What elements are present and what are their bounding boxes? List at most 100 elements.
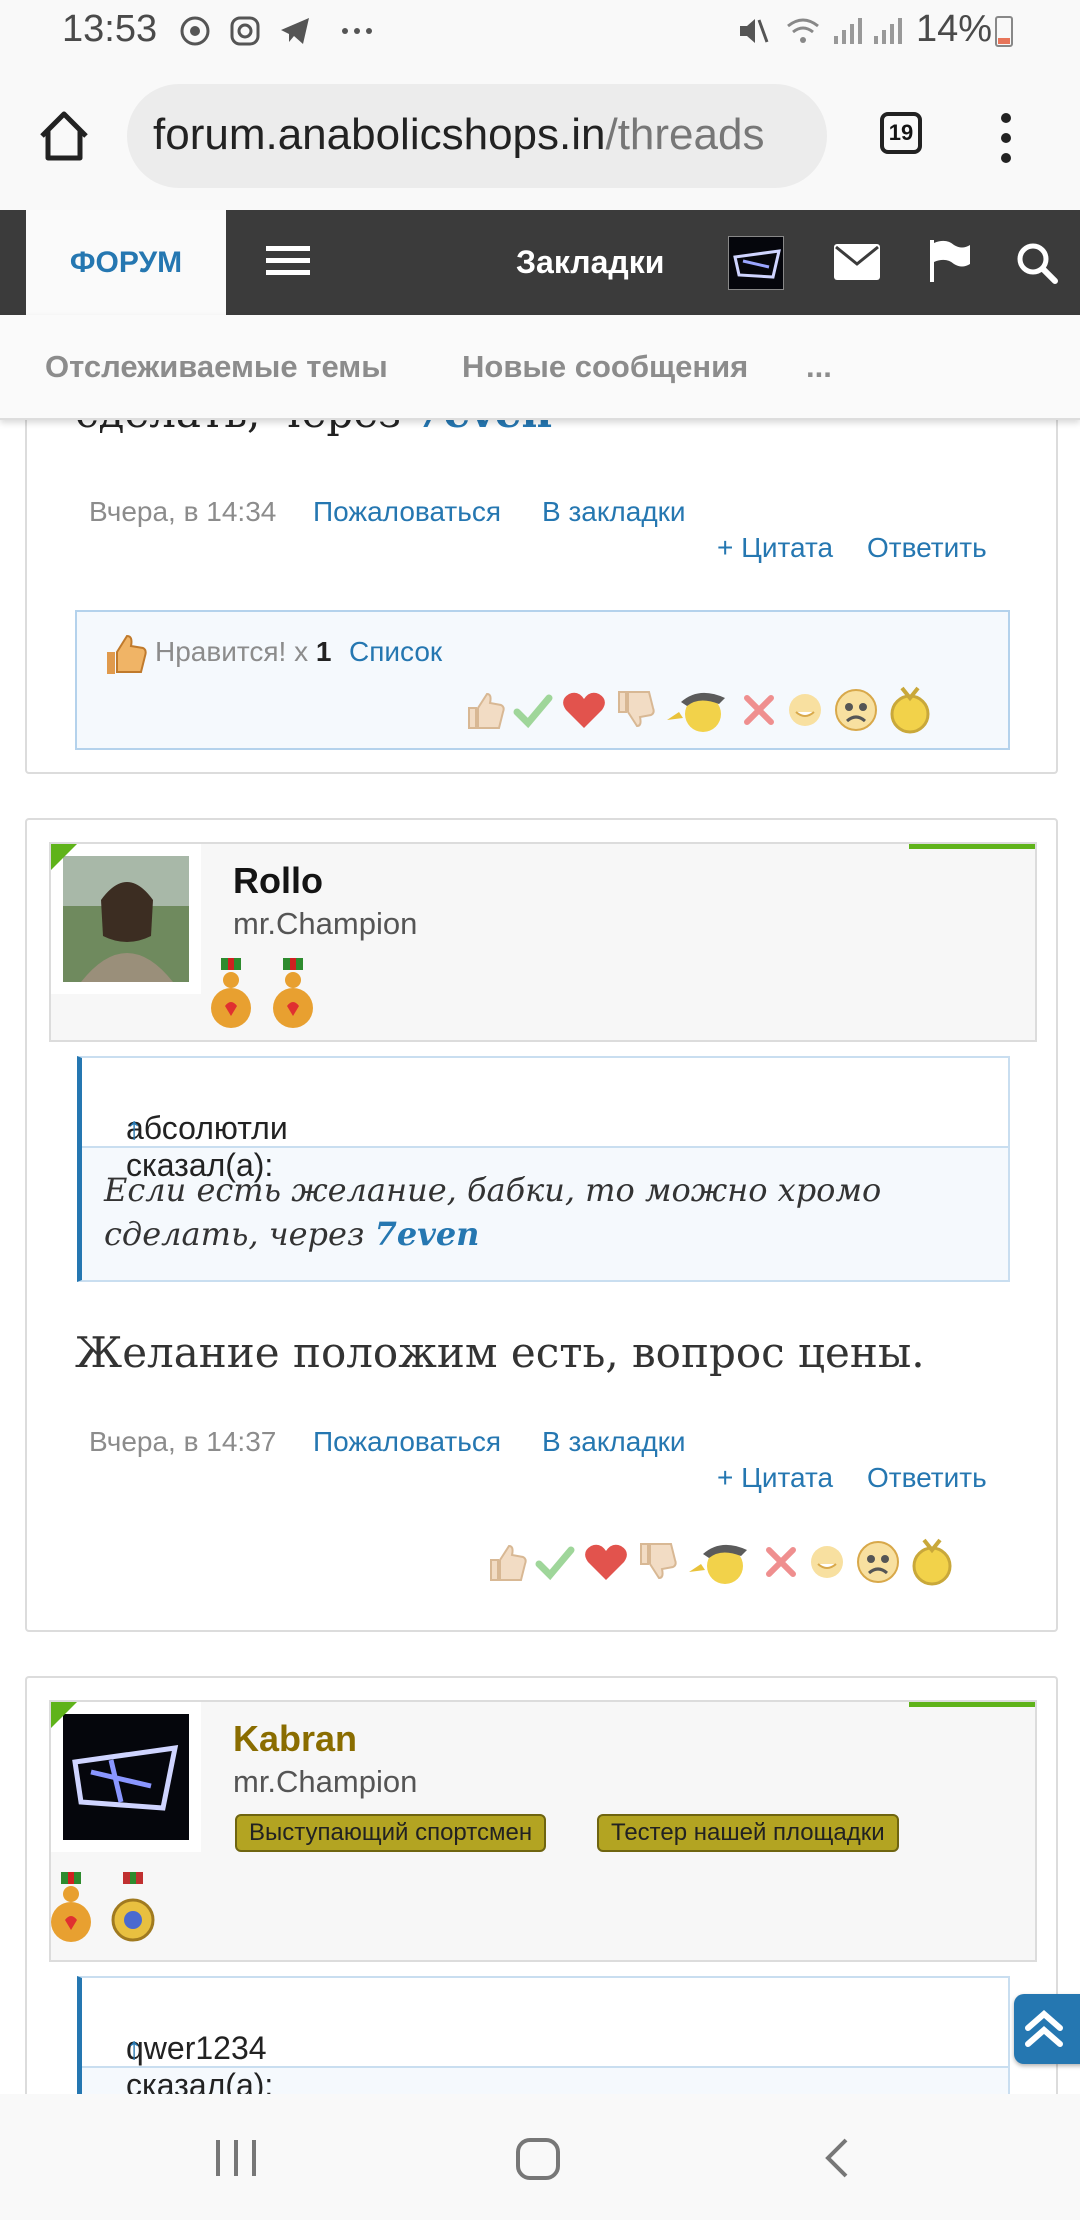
- reaction-sad-icon[interactable]: [833, 687, 879, 733]
- post-2-quote-link[interactable]: 7even: [375, 1215, 480, 1253]
- quote-author[interactable]: qwer1234 сказал(а):: [126, 2030, 273, 2104]
- bookmarks-link[interactable]: Закладки: [516, 244, 664, 281]
- status-bar: 13:53 14%: [0, 0, 1080, 70]
- post-1-bookmark-link[interactable]: В закладки: [542, 496, 686, 528]
- post-3: Kabran mr.Champion Выступающий спортсмен…: [25, 1676, 1058, 2176]
- post-3-avatar-frame: [51, 1702, 201, 1852]
- online-indicator: [909, 844, 1035, 849]
- reaction-dislike-icon[interactable]: [615, 690, 655, 730]
- post-2-quote: абсолютли сказал(а): ↑ Если есть желание…: [77, 1056, 1010, 1282]
- new-posts-link[interactable]: Новые сообщения: [462, 349, 748, 385]
- telegram-icon: [281, 18, 309, 44]
- post-2-bookmark-link[interactable]: В закладки: [542, 1426, 686, 1458]
- signal-icon: [834, 18, 862, 44]
- home-button-icon[interactable]: [514, 2136, 562, 2182]
- post-2-quote-link-btn[interactable]: + Цитата: [717, 1462, 833, 1494]
- system-navigation-bar: [0, 2094, 1080, 2220]
- hamburger-menu-icon[interactable]: [266, 246, 310, 276]
- post-2-avatar-frame: [51, 844, 201, 994]
- forum-navbar: ФОРУМ Закладки: [0, 210, 1080, 315]
- likes-count: 1: [315, 636, 332, 667]
- sub-navbar: Отслеживаемые темы Новые сообщения ...: [0, 315, 1080, 420]
- subnav-more-link[interactable]: ...: [806, 349, 832, 385]
- home-icon[interactable]: [36, 108, 92, 164]
- post-2-user-box: Rollo mr.Champion: [49, 842, 1037, 1042]
- reaction-cross-icon[interactable]: [763, 1542, 799, 1582]
- post-2-avatar[interactable]: [51, 844, 201, 994]
- post-3-quote-header: qwer1234 сказал(а): ↑: [82, 1978, 1008, 2103]
- post-1-reply-link[interactable]: Ответить: [867, 532, 987, 564]
- double-chevron-up-icon: [1025, 2010, 1063, 2047]
- post-1: сделать, через 7even Вчера, в 14:34 Пожа…: [25, 360, 1058, 774]
- post-2-username[interactable]: Rollo: [233, 860, 323, 902]
- quote-jump-arrow[interactable]: ↑: [126, 2030, 142, 2067]
- post-3-badge-tester: Тестер нашей площадки: [597, 1814, 899, 1852]
- tab-forum[interactable]: ФОРУМ: [26, 210, 226, 315]
- search-icon[interactable]: [1016, 242, 1058, 284]
- reaction-smile-icon[interactable]: [785, 690, 825, 730]
- reaction-like-icon[interactable]: [487, 1542, 527, 1582]
- post-3-username[interactable]: Kabran: [233, 1718, 357, 1760]
- likes-label: Нравится! x: [155, 636, 309, 667]
- trophy-medals-icon: [51, 1872, 155, 1942]
- post-2: Rollo mr.Champion абсолютли сказал(а): ↑…: [25, 818, 1058, 1632]
- post-1-report-link[interactable]: Пожаловаться: [313, 496, 501, 528]
- reaction-heart-icon[interactable]: [583, 1542, 629, 1582]
- thumbs-up-icon: [107, 634, 147, 674]
- reaction-cool-smiley-icon[interactable]: [685, 1538, 755, 1586]
- notification-icon: [180, 16, 210, 46]
- alerts-flag-icon[interactable]: [928, 240, 972, 282]
- more-dots-icon: [342, 28, 372, 34]
- quote-jump-arrow[interactable]: ↑: [126, 1110, 142, 1147]
- reaction-check-icon[interactable]: [513, 690, 553, 730]
- watched-threads-link[interactable]: Отслеживаемые темы: [45, 349, 388, 385]
- post-3-user-box: Kabran mr.Champion Выступающий спортсмен…: [49, 1700, 1037, 1962]
- wifi-icon: [787, 18, 819, 43]
- post-3-user-title: mr.Champion: [233, 1764, 418, 1799]
- url-domain: forum.anabolicshops.in: [153, 110, 606, 159]
- url-path: /threads: [605, 110, 765, 159]
- reaction-sad-icon[interactable]: [855, 1539, 901, 1585]
- post-2-user-title: mr.Champion: [233, 906, 418, 941]
- user-avatar[interactable]: [728, 236, 784, 290]
- post-2-reaction-bar: [487, 1536, 955, 1588]
- post-2-quote-header: абсолютли сказал(а): ↑: [82, 1058, 1008, 1183]
- reaction-check-icon[interactable]: [535, 1542, 575, 1582]
- post-1-time[interactable]: Вчера, в 14:34: [89, 496, 276, 528]
- post-1-reaction-bar: [465, 684, 933, 736]
- url-field[interactable]: forum.anabolicshops.in/threads: [127, 84, 827, 188]
- reaction-medal-icon[interactable]: [909, 1536, 955, 1588]
- mute-icon: [740, 19, 769, 43]
- post-2-reply-link[interactable]: Ответить: [867, 1462, 987, 1494]
- post-1-quote-link[interactable]: + Цитата: [717, 532, 833, 564]
- post-2-report-link[interactable]: Пожаловаться: [313, 1426, 501, 1458]
- reaction-heart-icon[interactable]: [561, 690, 607, 730]
- reaction-cool-smiley-icon[interactable]: [663, 686, 733, 734]
- post-3-badge-athlete: Выступающий спортсмен: [235, 1814, 547, 1852]
- recent-apps-icon[interactable]: [214, 2138, 258, 2178]
- mail-icon[interactable]: [834, 244, 880, 280]
- avatar-logo-icon: [733, 249, 781, 279]
- reaction-dislike-icon[interactable]: [637, 1542, 677, 1582]
- status-time: 13:53: [62, 8, 158, 50]
- post-3-avatar[interactable]: [51, 1702, 201, 1852]
- online-indicator: [909, 1702, 1035, 1707]
- instagram-icon: [230, 16, 260, 46]
- tab-switcher-button[interactable]: 19: [880, 112, 922, 154]
- post-1-likes-box: Нравится! x 1 Список: [75, 610, 1010, 750]
- reaction-smile-icon[interactable]: [807, 1542, 847, 1582]
- browser-toolbar: forum.anabolicshops.in/threads 19: [0, 70, 1080, 210]
- reaction-like-icon[interactable]: [465, 690, 505, 730]
- back-icon[interactable]: [822, 2136, 852, 2180]
- reaction-cross-icon[interactable]: [741, 690, 777, 730]
- post-2-time[interactable]: Вчера, в 14:37: [89, 1426, 276, 1458]
- post-2-quote-text: Если есть желание, бабки, то можно хромо…: [104, 1171, 882, 1253]
- browser-menu-icon[interactable]: [996, 112, 1016, 164]
- scroll-top-button[interactable]: [1014, 1994, 1080, 2064]
- battery-percent: 14%: [915, 8, 992, 50]
- reaction-medal-icon[interactable]: [887, 684, 933, 736]
- post-2-body: Желание положим есть, вопрос цены.: [75, 1328, 925, 1377]
- likes-list-link[interactable]: Список: [349, 636, 442, 668]
- signal-icon-2: [874, 18, 902, 44]
- battery-icon: [995, 16, 1013, 47]
